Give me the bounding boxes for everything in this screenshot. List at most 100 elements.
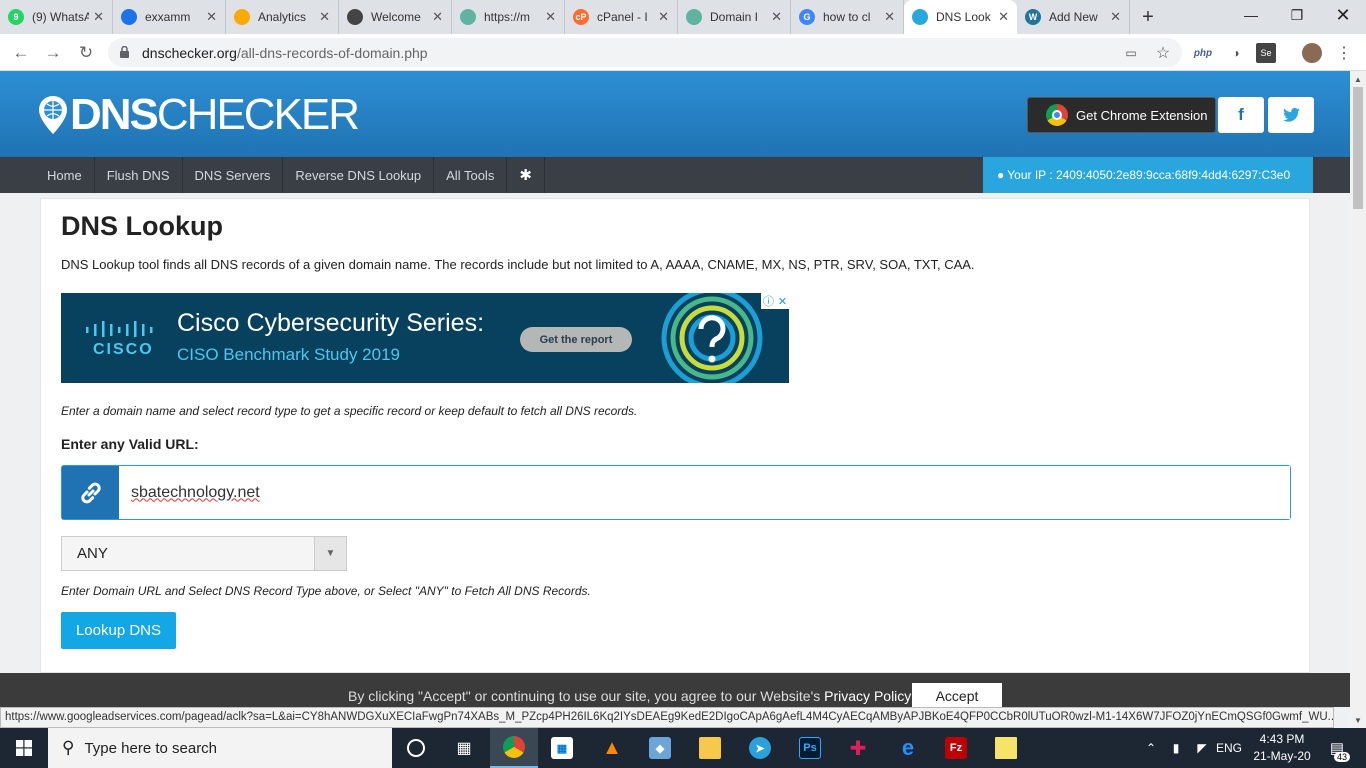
task-view-icon[interactable]: ▦ xyxy=(440,728,488,768)
cortana-icon[interactable] xyxy=(392,728,440,768)
seo-extension-icon[interactable]: Se xyxy=(1256,43,1276,63)
facebook-button[interactable]: f xyxy=(1218,97,1264,133)
twitter-button[interactable] xyxy=(1268,97,1314,133)
browser-tab[interactable]: Welcome ✕ xyxy=(339,0,452,34)
bookmark-star-icon[interactable]: ☆ xyxy=(1153,43,1173,63)
network-icon[interactable]: ◤ xyxy=(1190,728,1214,768)
facebook-icon: f xyxy=(1238,105,1244,124)
tab-close-icon[interactable]: ✕ xyxy=(319,9,330,25)
ad-close-button[interactable]: ⓘ ✕ xyxy=(761,293,789,309)
show-hidden-icons-icon[interactable]: ⌃ xyxy=(1140,728,1162,768)
battery-icon[interactable]: ▮ xyxy=(1164,728,1188,768)
bug-icon[interactable]: ✱ xyxy=(507,157,545,193)
browser-tab[interactable]: DNS Look ✕ xyxy=(904,0,1017,34)
tab-close-icon[interactable]: ✕ xyxy=(93,9,104,25)
scroll-down-icon[interactable]: ▼ xyxy=(1350,712,1366,728)
tab-close-icon[interactable]: ✕ xyxy=(771,9,782,25)
tab-close-icon[interactable]: ✕ xyxy=(1110,9,1121,25)
tab-close-icon[interactable]: ✕ xyxy=(545,9,556,25)
nav-reverse-dns-lookup[interactable]: Reverse DNS Lookup xyxy=(283,157,435,193)
avatar[interactable] xyxy=(1302,43,1322,63)
twitter-icon xyxy=(1282,108,1300,122)
site-logo[interactable]: DNS CHECKER xyxy=(36,93,360,137)
privacy-policy-link[interactable]: Privacy Policy xyxy=(824,688,911,704)
ad-info-icon: ⓘ xyxy=(762,296,774,308)
file-explorer-icon[interactable] xyxy=(686,728,734,768)
tab-label: how to cl xyxy=(823,10,871,24)
slack-icon[interactable]: ✚ xyxy=(834,728,882,768)
ad-get-report-button[interactable]: Get the report xyxy=(520,327,632,352)
browser-tab[interactable]: W Add New ✕ xyxy=(1017,0,1130,34)
browser-tab[interactable]: 9 (9) WhatsApp✕ xyxy=(0,0,113,34)
windows-start-icon[interactable] xyxy=(0,728,48,768)
browser-tab[interactable]: Analytics ✕ xyxy=(226,0,339,34)
chrome-taskbar-icon[interactable] xyxy=(490,728,538,768)
clock[interactable]: 4:43 PM 21-May-20 xyxy=(1248,731,1316,765)
ad-banner[interactable]: CISCO Cisco Cybersecurity Series: CISO B… xyxy=(61,293,789,383)
record-type-value: ANY xyxy=(77,545,108,562)
url-bar[interactable]: dnschecker.org/all-dns-records-of-domain… xyxy=(108,38,1182,67)
browser-tab[interactable]: Domain I ✕ xyxy=(678,0,791,34)
browser-tab[interactable]: Ghow to cl ✕ xyxy=(791,0,904,34)
chrome-icon xyxy=(1046,104,1068,126)
browser-tab[interactable]: exxamm ✕ xyxy=(113,0,226,34)
tab-label: cPanel - I xyxy=(597,10,648,24)
close-window-button[interactable]: ✕ xyxy=(1320,0,1366,30)
tab-favicon-icon xyxy=(347,9,363,25)
edge-icon[interactable]: e xyxy=(884,728,932,768)
forward-icon[interactable]: → xyxy=(40,40,66,66)
chevron-down-icon: ▼ xyxy=(314,537,346,570)
back-icon[interactable]: ← xyxy=(8,40,34,66)
cisco-logo-icon xyxy=(86,321,153,337)
extension-icon[interactable]: ◑ xyxy=(1226,43,1246,63)
virtualbox-icon[interactable]: ◆ xyxy=(636,728,684,768)
domain-url-input[interactable] xyxy=(119,466,1290,519)
nav-dns-servers[interactable]: DNS Servers xyxy=(183,157,284,193)
notifications-icon[interactable]: ▤ 43 xyxy=(1320,728,1354,768)
maximize-button[interactable]: ❐ xyxy=(1274,0,1320,30)
store-icon[interactable]: ▦ xyxy=(538,728,586,768)
page-scrollbar[interactable]: ▲ ▼ xyxy=(1350,71,1366,728)
url-label: Enter any Valid URL: xyxy=(61,436,199,452)
tab-close-icon[interactable]: ✕ xyxy=(884,9,895,25)
language-indicator[interactable]: ENG xyxy=(1214,728,1244,768)
tab-label: DNS Look xyxy=(936,10,991,24)
tab-close-icon[interactable]: ✕ xyxy=(206,9,217,25)
tab-favicon-icon: 9 xyxy=(8,9,24,25)
tab-label: Welcome xyxy=(371,10,421,24)
your-ip-text: Your IP : 2409:4050:2e89:9cca:68f9:4dd4:… xyxy=(1007,168,1291,182)
tab-label: Domain I xyxy=(710,10,759,24)
nav-home[interactable]: Home xyxy=(0,157,95,193)
map-pin-icon: ● xyxy=(997,168,1005,182)
photoshop-icon[interactable]: Ps xyxy=(786,728,834,768)
scroll-up-icon[interactable]: ▲ xyxy=(1350,71,1366,87)
tab-close-icon[interactable]: ✕ xyxy=(998,9,1009,25)
tab-close-icon[interactable]: ✕ xyxy=(432,9,443,25)
nav-flush-dns[interactable]: Flush DNS xyxy=(95,157,183,193)
vlc-icon[interactable]: ▲ xyxy=(588,728,636,768)
nav-all-tools[interactable]: All Tools xyxy=(434,157,508,193)
minimize-button[interactable]: — xyxy=(1228,0,1274,30)
tab-label: https://m xyxy=(484,10,531,24)
get-chrome-extension-button[interactable]: Get Chrome Extension xyxy=(1027,97,1216,133)
taskbar-search[interactable]: ⚲ Type here to search xyxy=(48,728,392,768)
scrollbar-thumb[interactable] xyxy=(1353,87,1363,209)
tab-label: (9) WhatsApp xyxy=(32,10,90,24)
hint-bottom: Enter Domain URL and Select DNS Record T… xyxy=(61,584,591,598)
record-type-select[interactable]: ANY ▼ xyxy=(61,536,347,571)
php-extension-icon[interactable]: php xyxy=(1193,43,1213,63)
cookie-message: By clicking "Accept" or continuing to us… xyxy=(348,688,821,704)
telegram-icon[interactable]: ➤ xyxy=(736,728,784,768)
lookup-dns-button[interactable]: Lookup DNS xyxy=(61,612,176,649)
reload-icon[interactable]: ↻ xyxy=(73,40,99,66)
cast-icon[interactable]: ▭ xyxy=(1121,43,1141,63)
filezilla-icon[interactable]: Fz xyxy=(932,728,980,768)
notepad-icon[interactable] xyxy=(982,728,1030,768)
menu-icon[interactable]: ⋮ xyxy=(1334,43,1354,63)
new-tab-button[interactable]: + xyxy=(1130,0,1166,34)
tab-close-icon[interactable]: ✕ xyxy=(658,9,669,25)
browser-tab[interactable]: cP cPanel - I ✕ xyxy=(565,0,678,34)
browser-tab[interactable]: https://m ✕ xyxy=(452,0,565,34)
accept-cookies-button[interactable]: Accept xyxy=(912,683,1002,709)
notification-count: 43 xyxy=(1333,752,1350,762)
